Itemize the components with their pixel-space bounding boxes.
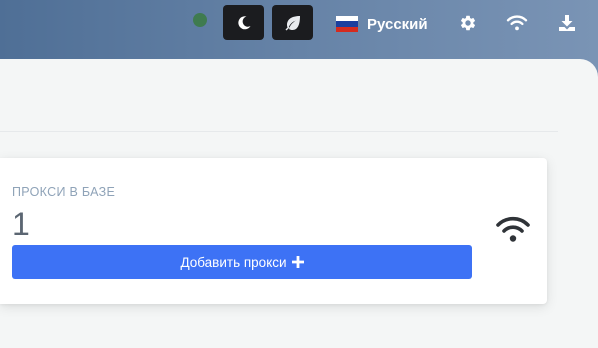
network-button[interactable] [506, 12, 528, 34]
russia-flag-icon [336, 16, 358, 32]
status-indicator [193, 13, 207, 27]
card-title: ПРОКСИ В БАЗЕ [12, 185, 116, 199]
settings-button[interactable] [457, 12, 479, 34]
moon-icon [237, 15, 250, 29]
main-panel: ПРОКСИ В БАЗЕ 1 Добавить прокси [0, 59, 598, 348]
dark-theme-button[interactable] [223, 5, 264, 40]
eco-theme-button[interactable] [272, 5, 313, 40]
language-label: Русский [367, 15, 428, 33]
add-proxy-button[interactable]: Добавить прокси [12, 245, 472, 279]
plus-icon [291, 256, 304, 268]
proxy-stats-card: ПРОКСИ В БАЗЕ 1 Добавить прокси [0, 158, 547, 304]
add-proxy-label: Добавить прокси [180, 254, 287, 270]
proxy-count: 1 [12, 206, 30, 242]
download-icon [559, 15, 575, 31]
divider [0, 131, 558, 132]
wifi-icon [496, 216, 530, 242]
gear-icon [460, 15, 476, 31]
download-button[interactable] [556, 12, 578, 34]
wifi-icon [506, 15, 528, 31]
leaf-icon [285, 15, 300, 30]
language-selector[interactable]: Русский [336, 12, 428, 36]
top-bar: Русский [0, 0, 598, 48]
